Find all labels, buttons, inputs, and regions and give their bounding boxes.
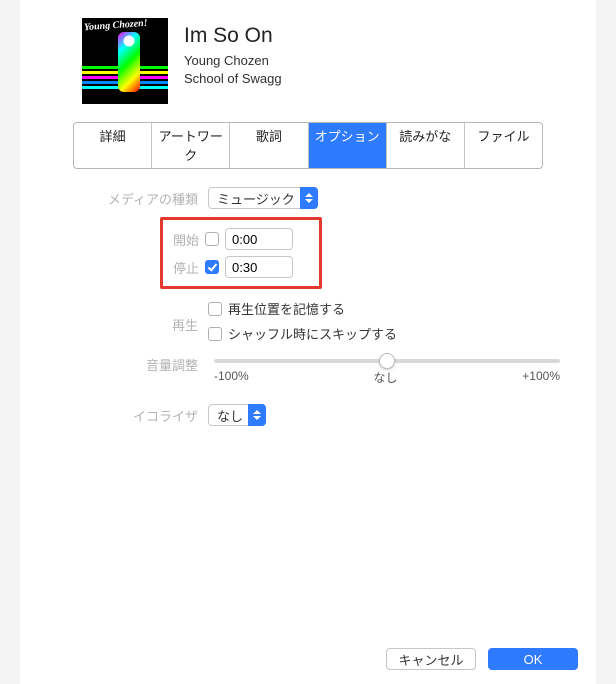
start-checkbox[interactable] [205, 232, 219, 246]
select-stepper-icon [248, 404, 266, 426]
tab-sorting[interactable]: 読みがな [387, 123, 465, 168]
footer-buttons: キャンセル OK [386, 648, 578, 670]
label-stop: 停止 [163, 258, 205, 277]
label-equalizer: イコライザ [50, 406, 208, 425]
volume-max-label: +100% [522, 369, 560, 386]
tab-file[interactable]: ファイル [465, 123, 542, 168]
skip-shuffle-checkbox[interactable] [208, 327, 222, 341]
tab-options[interactable]: オプション [309, 123, 387, 168]
media-kind-select[interactable]: ミュージック [208, 187, 318, 209]
volume-min-label: -100% [214, 369, 249, 386]
start-time-field[interactable] [225, 228, 293, 250]
stop-time-field[interactable] [225, 256, 293, 278]
track-title: Im So On [184, 24, 282, 48]
album-artwork: Young Chozen! [82, 18, 168, 104]
label-media-kind: メディアの種類 [50, 189, 208, 208]
start-stop-highlight: 開始 停止 [160, 217, 322, 289]
remember-position-label: 再生位置を記憶する [228, 299, 345, 318]
volume-slider-knob[interactable] [379, 353, 395, 369]
tab-bar: 詳細 アートワーク 歌詞 オプション 読みがな ファイル [73, 122, 543, 169]
volume-center-label: なし [373, 369, 397, 386]
tab-artwork[interactable]: アートワーク [152, 123, 230, 168]
label-start: 開始 [163, 230, 205, 249]
label-playback: 再生 [50, 315, 208, 334]
remember-position-checkbox[interactable] [208, 302, 222, 316]
ok-button[interactable]: OK [488, 648, 578, 670]
track-album: School of Swagg [184, 70, 282, 88]
options-form: メディアの種類 ミュージック 開始 停止 再生 [40, 187, 576, 426]
track-artist: Young Chozen [184, 52, 282, 70]
stop-checkbox[interactable] [205, 260, 219, 274]
volume-slider[interactable]: -100% なし +100% [208, 351, 566, 386]
tab-detail[interactable]: 詳細 [74, 123, 152, 168]
cancel-button[interactable]: キャンセル [386, 648, 476, 670]
header: Young Chozen! Im So On Young Chozen Scho… [40, 18, 576, 104]
skip-shuffle-label: シャッフル時にスキップする [228, 324, 397, 343]
select-stepper-icon [300, 187, 318, 209]
label-volume: 音量調整 [50, 351, 208, 374]
equalizer-select[interactable]: なし [208, 404, 266, 426]
tab-lyrics[interactable]: 歌詞 [230, 123, 308, 168]
track-meta: Im So On Young Chozen School of Swagg [184, 18, 282, 104]
options-sheet: Young Chozen! Im So On Young Chozen Scho… [20, 0, 596, 684]
